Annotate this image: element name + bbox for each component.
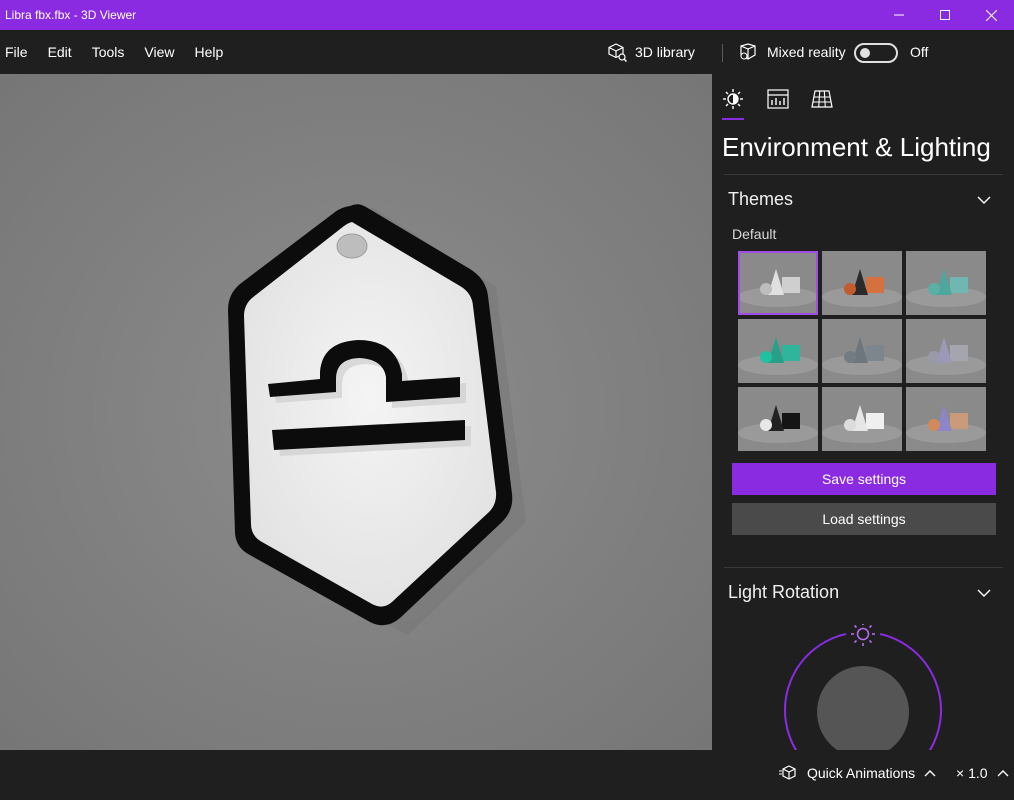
3d-library-button[interactable]: 3D library <box>607 42 695 62</box>
divider <box>724 567 1003 568</box>
menu-view[interactable]: View <box>134 30 184 74</box>
minimize-button[interactable] <box>876 0 922 30</box>
menu-edit[interactable]: Edit <box>38 30 82 74</box>
theme-grid <box>738 251 986 451</box>
3d-viewport[interactable] <box>0 74 712 750</box>
window-title: Libra fbx.fbx - 3D Viewer <box>5 8 137 22</box>
close-button[interactable] <box>968 0 1014 30</box>
save-settings-button[interactable]: Save settings <box>732 463 996 495</box>
theme-option-6[interactable] <box>906 319 986 383</box>
themes-subheading: Default <box>732 226 777 242</box>
libra-keychain-model <box>228 204 526 635</box>
animation-cube-icon <box>779 765 796 780</box>
close-icon <box>985 9 997 21</box>
minimize-icon <box>894 14 904 16</box>
stats-icon <box>767 89 789 109</box>
toggle-knob <box>860 48 870 58</box>
theme-option-2[interactable] <box>822 251 902 315</box>
theme-option-7[interactable] <box>738 387 818 451</box>
theme-option-9[interactable] <box>906 387 986 451</box>
theme-option-4[interactable] <box>738 319 818 383</box>
toolbar-divider <box>722 44 723 62</box>
maximize-icon <box>940 10 950 20</box>
animation-speed-button[interactable]: × 1.0 <box>956 765 1010 781</box>
animation-speed-label: × 1.0 <box>956 765 988 781</box>
active-tab-indicator <box>722 118 744 120</box>
quick-animations-label: Quick Animations <box>807 765 916 781</box>
chevron-down-icon[interactable] <box>976 192 992 208</box>
theme-option-5[interactable] <box>822 319 902 383</box>
quick-animations-button[interactable]: Quick Animations <box>779 765 945 781</box>
chevron-down-icon[interactable] <box>976 585 992 601</box>
chevron-up-icon[interactable] <box>996 768 1010 778</box>
environment-panel: Environment & Lighting Themes Default Sa… <box>712 74 1014 750</box>
tab-grid[interactable] <box>809 86 835 112</box>
theme-option-3[interactable] <box>906 251 986 315</box>
divider <box>724 174 1003 175</box>
themes-heading[interactable]: Themes <box>728 189 793 210</box>
mixed-reality-state: Off <box>910 44 929 60</box>
grid-icon <box>811 90 833 108</box>
sun-settings-icon <box>723 89 743 109</box>
menu-file[interactable]: File <box>0 30 38 74</box>
mixed-reality-toggle[interactable] <box>854 43 898 63</box>
tab-environment-lighting[interactable] <box>720 86 746 112</box>
cube-search-icon <box>608 43 627 62</box>
panel-title: Environment & Lighting <box>722 132 991 162</box>
title-bar: Libra fbx.fbx - 3D Viewer <box>0 0 1014 30</box>
light-rotation-heading[interactable]: Light Rotation <box>728 582 839 603</box>
3d-library-label: 3D library <box>635 44 695 60</box>
menu-help[interactable]: Help <box>184 30 233 74</box>
panel-tabs <box>712 74 1014 122</box>
mixed-reality-button[interactable]: Mixed reality <box>738 42 846 62</box>
sun-handle-icon <box>851 624 875 646</box>
theme-option-1[interactable] <box>738 251 818 315</box>
maximize-button[interactable] <box>922 0 968 30</box>
light-rotation-dial[interactable] <box>782 624 944 750</box>
theme-option-8[interactable] <box>822 387 902 451</box>
mixed-reality-icon <box>740 43 756 60</box>
load-settings-button[interactable]: Load settings <box>732 503 996 535</box>
tab-stats[interactable] <box>765 86 791 112</box>
menu-tools[interactable]: Tools <box>82 30 135 74</box>
chevron-up-icon[interactable] <box>923 768 937 778</box>
mixed-reality-label: Mixed reality <box>767 44 846 60</box>
